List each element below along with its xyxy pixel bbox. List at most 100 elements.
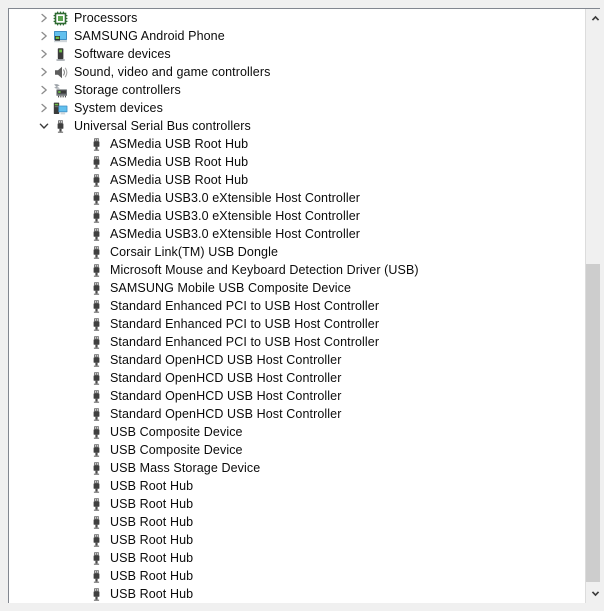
device-tree-row-label: Standard Enhanced PCI to USB Host Contro… xyxy=(110,299,380,313)
device-tree-row[interactable]: USB Composite Device xyxy=(9,441,585,459)
device-tree-row[interactable]: Processors xyxy=(9,9,585,27)
device-manager-window: Processors SAMSUNG Android Phone Software … xyxy=(0,0,604,611)
device-tree-row-label: Standard OpenHCD USB Host Controller xyxy=(110,407,342,421)
device-tree-row-label: USB Composite Device xyxy=(110,443,243,457)
device-tree-row[interactable]: USB Composite Device xyxy=(9,423,585,441)
system-device-icon xyxy=(52,99,68,117)
device-tree-row[interactable]: Standard Enhanced PCI to USB Host Contro… xyxy=(9,315,585,333)
usb-icon xyxy=(88,585,104,603)
device-tree-row[interactable]: USB Root Hub xyxy=(9,513,585,531)
chevron-down-icon[interactable] xyxy=(36,117,52,135)
device-tree-row-label: USB Root Hub xyxy=(110,515,194,529)
device-tree-row[interactable]: USB Root Hub xyxy=(9,531,585,549)
storage-controller-icon xyxy=(52,81,68,99)
device-tree-row-label: Software devices xyxy=(74,47,171,61)
device-tree-row[interactable]: Standard OpenHCD USB Host Controller xyxy=(9,387,585,405)
device-tree-row[interactable]: ASMedia USB3.0 eXtensible Host Controlle… xyxy=(9,207,585,225)
device-tree-row[interactable]: USB Root Hub xyxy=(9,549,585,567)
device-tree-row[interactable]: ASMedia USB3.0 eXtensible Host Controlle… xyxy=(9,189,585,207)
device-tree-row[interactable]: Universal Serial Bus controllers xyxy=(9,117,585,135)
usb-icon xyxy=(88,459,104,477)
device-tree-row-label: ASMedia USB Root Hub xyxy=(110,155,249,169)
usb-icon xyxy=(88,567,104,585)
device-tree-row-label: USB Composite Device xyxy=(110,425,243,439)
device-tree-row[interactable]: Standard OpenHCD USB Host Controller xyxy=(9,405,585,423)
processor-icon xyxy=(52,9,68,27)
device-tree-row[interactable]: ASMedia USB Root Hub xyxy=(9,171,585,189)
device-tree-row[interactable]: ASMedia USB3.0 eXtensible Host Controlle… xyxy=(9,225,585,243)
device-tree-row[interactable]: Standard Enhanced PCI to USB Host Contro… xyxy=(9,297,585,315)
chevron-right-icon[interactable] xyxy=(36,99,52,117)
usb-icon xyxy=(88,171,104,189)
usb-icon xyxy=(88,549,104,567)
chevron-right-icon[interactable] xyxy=(36,45,52,63)
device-tree-row[interactable]: ASMedia USB Root Hub xyxy=(9,153,585,171)
usb-icon xyxy=(88,405,104,423)
usb-icon xyxy=(88,153,104,171)
device-tree-row[interactable]: Software devices xyxy=(9,45,585,63)
chevron-right-icon[interactable] xyxy=(36,63,52,81)
chevron-right-icon[interactable] xyxy=(36,27,52,45)
device-tree-row-label: Standard OpenHCD USB Host Controller xyxy=(110,389,342,403)
usb-icon xyxy=(88,441,104,459)
device-tree-row-label: Standard Enhanced PCI to USB Host Contro… xyxy=(110,335,380,349)
device-tree-row-label: Standard OpenHCD USB Host Controller xyxy=(110,371,342,385)
device-tree-row-label: ASMedia USB Root Hub xyxy=(110,173,249,187)
usb-icon xyxy=(88,207,104,225)
device-tree-row-label: Microsoft Mouse and Keyboard Detection D… xyxy=(110,263,419,277)
chevron-right-icon[interactable] xyxy=(36,81,52,99)
device-tree-row-label: Corsair Link(TM) USB Dongle xyxy=(110,245,279,259)
window-right-edge xyxy=(600,0,604,611)
device-tree-row-label: Storage controllers xyxy=(74,83,181,97)
usb-icon xyxy=(88,477,104,495)
device-tree-row[interactable]: SAMSUNG Android Phone xyxy=(9,27,585,45)
device-tree-row-label: ASMedia USB3.0 eXtensible Host Controlle… xyxy=(110,191,361,205)
usb-icon xyxy=(88,225,104,243)
device-tree-viewport[interactable]: Processors SAMSUNG Android Phone Software … xyxy=(9,9,585,603)
device-tree-row-label: USB Root Hub xyxy=(110,479,194,493)
device-tree-row[interactable]: System devices xyxy=(9,99,585,117)
device-tree-row-label: Processors xyxy=(74,11,138,25)
device-tree-row[interactable]: SAMSUNG Mobile USB Composite Device xyxy=(9,279,585,297)
device-tree-row[interactable]: Standard OpenHCD USB Host Controller xyxy=(9,369,585,387)
usb-icon xyxy=(88,135,104,153)
device-tree-row[interactable]: Standard OpenHCD USB Host Controller xyxy=(9,351,585,369)
device-tree-row-label: USB Mass Storage Device xyxy=(110,461,261,475)
window-bottom-edge xyxy=(0,603,604,611)
device-tree-row[interactable]: Microsoft Mouse and Keyboard Detection D… xyxy=(9,261,585,279)
device-tree-row-label: ASMedia USB3.0 eXtensible Host Controlle… xyxy=(110,209,361,223)
device-tree-row[interactable]: USB Root Hub xyxy=(9,585,585,603)
device-tree-row[interactable]: USB Mass Storage Device xyxy=(9,459,585,477)
usb-icon xyxy=(88,513,104,531)
device-tree-row[interactable]: ASMedia USB Root Hub xyxy=(9,135,585,153)
usb-icon xyxy=(88,315,104,333)
device-tree-row[interactable]: Standard Enhanced PCI to USB Host Contro… xyxy=(9,333,585,351)
device-tree-row[interactable]: USB Root Hub xyxy=(9,495,585,513)
chevron-right-icon[interactable] xyxy=(36,9,52,27)
device-tree-row[interactable]: USB Root Hub xyxy=(9,477,585,495)
usb-icon xyxy=(88,495,104,513)
device-tree-row-label: USB Root Hub xyxy=(110,533,194,547)
software-device-icon xyxy=(52,45,68,63)
device-tree-row[interactable]: Corsair Link(TM) USB Dongle xyxy=(9,243,585,261)
device-tree-row[interactable]: Storage controllers xyxy=(9,81,585,99)
device-tree-row[interactable]: USB Root Hub xyxy=(9,567,585,585)
usb-icon xyxy=(88,297,104,315)
device-tree-row[interactable]: Sound, video and game controllers xyxy=(9,63,585,81)
